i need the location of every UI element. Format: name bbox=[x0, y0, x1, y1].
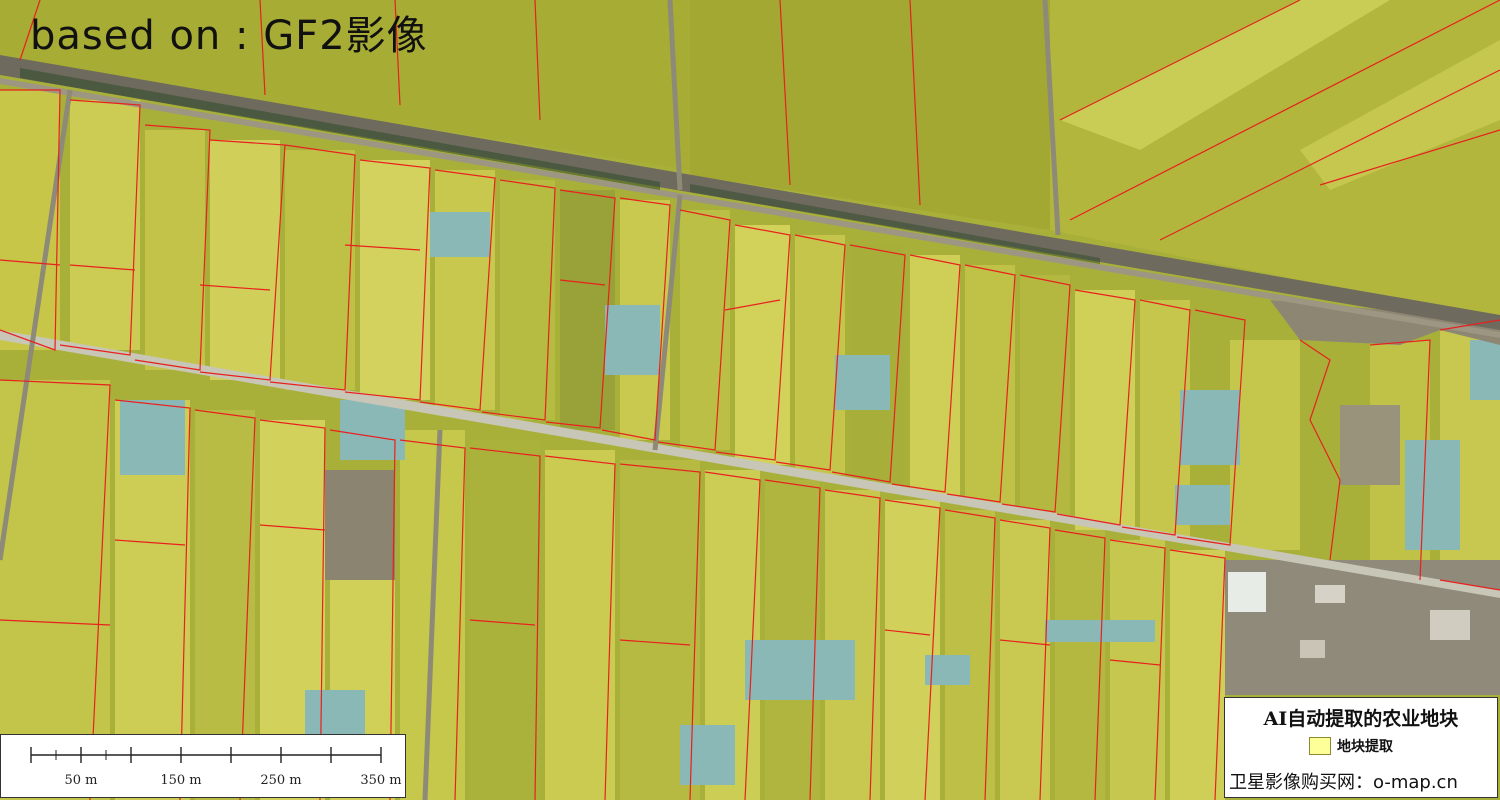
legend-swatch bbox=[1309, 737, 1331, 755]
imagery-source-label: based on : GF2影像 bbox=[30, 13, 428, 59]
scale-bar-graphic bbox=[30, 747, 382, 763]
imagery-layer bbox=[0, 0, 1500, 800]
legend-title: AI自动提取的农业地块 bbox=[1263, 708, 1459, 730]
scale-tick-label: 150 m bbox=[160, 773, 202, 788]
map-legend: AI自动提取的农业地块 地块提取 卫星影像购买网：o-map.cn bbox=[1224, 697, 1498, 798]
legend-item-label: 地块提取 bbox=[1337, 739, 1393, 755]
satellite-map[interactable]: based on : GF2影像 50 m 150 m 250 m 350 m … bbox=[0, 0, 1500, 800]
legend-footer: 卫星影像购买网：o-map.cn bbox=[1229, 772, 1458, 793]
scale-tick-label: 350 m bbox=[360, 773, 402, 788]
scale-tick-label: 50 m bbox=[64, 773, 98, 788]
scale-bar: 50 m 150 m 250 m 350 m bbox=[0, 734, 406, 798]
scale-tick-label: 250 m bbox=[260, 773, 302, 788]
